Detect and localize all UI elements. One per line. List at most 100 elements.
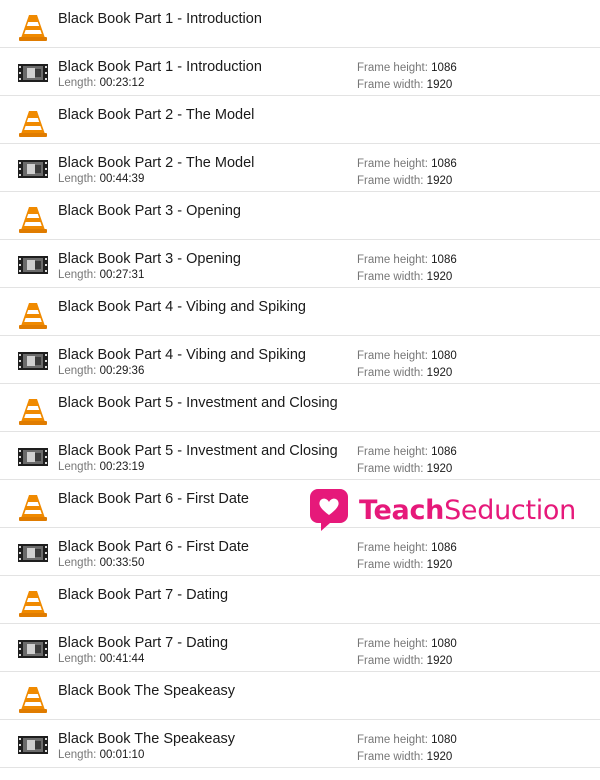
frame-height-detail: Frame height: 1080 xyxy=(357,734,457,746)
length-detail: Length: 00:23:19 xyxy=(58,461,144,473)
frame-height-value: 1086 xyxy=(431,542,457,554)
frame-height-detail: Frame height: 1086 xyxy=(357,158,457,170)
video-item[interactable]: Black Book Part 2 - The Model Length: 00:… xyxy=(0,144,600,192)
frame-height-value: 1086 xyxy=(431,254,457,266)
file-name: Black Book Part 1 - Introduction xyxy=(58,59,262,75)
frame-width-detail: Frame width: 1920 xyxy=(357,559,452,571)
video-thumbnail-icon xyxy=(18,448,48,466)
frame-width-value: 1920 xyxy=(426,175,453,187)
video-item[interactable]: Black Book Part 7 - Dating Length: 00:41:… xyxy=(0,624,600,672)
playlist-item[interactable]: Black Book Part 5 - Investment and Closi… xyxy=(0,384,600,432)
length-value: 00:44:39 xyxy=(99,173,145,185)
frame-width-value: 1920 xyxy=(426,559,453,571)
vlc-cone-icon xyxy=(18,301,48,331)
file-name: Black Book Part 3 - Opening xyxy=(58,203,241,219)
frame-height-label: Frame height: xyxy=(357,542,428,554)
vlc-cone-icon xyxy=(18,397,48,427)
video-thumbnail-icon xyxy=(18,64,48,82)
frame-width-value: 1920 xyxy=(426,463,453,475)
frame-width-value: 1920 xyxy=(426,751,453,763)
vlc-cone-icon xyxy=(18,493,48,523)
frame-height-detail: Frame height: 1086 xyxy=(357,62,457,74)
frame-height-label: Frame height: xyxy=(357,446,428,458)
playlist-item[interactable]: Black Book Part 1 - Introduction xyxy=(0,0,600,48)
length-label: Length: xyxy=(58,653,97,665)
length-value: 00:27:31 xyxy=(99,269,145,281)
length-value: 00:23:12 xyxy=(99,77,145,89)
video-item[interactable]: Black Book Part 5 - Investment and Closi… xyxy=(0,432,600,480)
frame-height-label: Frame height: xyxy=(357,158,428,170)
video-item[interactable]: Black Book Part 6 - First Date Length: 00… xyxy=(0,528,600,576)
playlist-item[interactable]: Black Book The Speakeasy xyxy=(0,672,600,720)
playlist-item[interactable]: Black Book Part 2 - The Model xyxy=(0,96,600,144)
frame-width-label: Frame width: xyxy=(357,367,424,379)
frame-height-detail: Frame height: 1086 xyxy=(357,542,457,554)
file-name: Black Book Part 6 - First Date xyxy=(58,491,249,507)
frame-width-value: 1920 xyxy=(426,271,453,283)
playlist-item[interactable]: Black Book Part 3 - Opening xyxy=(0,192,600,240)
frame-height-value: 1086 xyxy=(431,446,457,458)
length-value: 00:33:50 xyxy=(99,557,145,569)
video-thumbnail-icon xyxy=(18,352,48,370)
frame-width-value: 1920 xyxy=(426,655,453,667)
length-label: Length: xyxy=(58,365,97,377)
frame-width-label: Frame width: xyxy=(357,463,424,475)
length-label: Length: xyxy=(58,461,97,473)
frame-height-value: 1080 xyxy=(431,734,457,746)
frame-height-detail: Frame height: 1080 xyxy=(357,350,457,362)
frame-width-label: Frame width: xyxy=(357,79,424,91)
file-name: Black Book Part 7 - Dating xyxy=(58,587,229,603)
file-name: Black Book Part 4 - Vibing and Spiking xyxy=(58,347,306,363)
frame-width-detail: Frame width: 1920 xyxy=(357,175,452,187)
file-name: Black Book Part 3 - Opening xyxy=(58,251,241,267)
video-thumbnail-icon xyxy=(18,640,48,658)
length-label: Length: xyxy=(58,173,97,185)
frame-width-label: Frame width: xyxy=(357,559,424,571)
frame-height-value: 1080 xyxy=(431,638,457,650)
frame-width-label: Frame width: xyxy=(357,175,424,187)
file-name: Black Book Part 6 - First Date xyxy=(58,539,249,555)
file-list: Black Book Part 1 - Introduction Black B… xyxy=(0,0,600,768)
video-thumbnail-icon xyxy=(18,256,48,274)
vlc-cone-icon xyxy=(18,685,48,715)
video-item[interactable]: Black Book Part 1 - Introduction Length: … xyxy=(0,48,600,96)
length-label: Length: xyxy=(58,269,97,281)
video-item[interactable]: Black Book The Speakeasy Length: 00:01:10… xyxy=(0,720,600,768)
frame-width-value: 1920 xyxy=(426,79,453,91)
playlist-item[interactable]: Black Book Part 7 - Dating xyxy=(0,576,600,624)
file-name: Black Book Part 4 - Vibing and Spiking xyxy=(58,299,306,315)
watermark-text: TeachSeduction xyxy=(359,494,576,526)
vlc-cone-icon xyxy=(18,13,48,43)
frame-width-detail: Frame width: 1920 xyxy=(357,367,452,379)
frame-height-label: Frame height: xyxy=(357,350,428,362)
file-name: Black Book Part 5 - Investment and Closi… xyxy=(58,395,338,411)
frame-width-detail: Frame width: 1920 xyxy=(357,463,452,475)
vlc-cone-icon xyxy=(18,109,48,139)
length-detail: Length: 00:44:39 xyxy=(58,173,144,185)
length-label: Length: xyxy=(58,749,97,761)
playlist-item[interactable]: Black Book Part 4 - Vibing and Spiking xyxy=(0,288,600,336)
file-name: Black Book Part 2 - The Model xyxy=(58,107,255,123)
length-label: Length: xyxy=(58,557,97,569)
file-name: Black Book Part 2 - The Model xyxy=(58,155,255,171)
length-value: 00:23:19 xyxy=(99,461,145,473)
length-value: 00:01:10 xyxy=(99,749,145,761)
frame-width-label: Frame width: xyxy=(357,655,424,667)
frame-height-value: 1080 xyxy=(431,350,457,362)
length-detail: Length: 00:29:36 xyxy=(58,365,144,377)
length-label: Length: xyxy=(58,77,97,89)
file-name: Black Book The Speakeasy xyxy=(58,731,236,747)
length-detail: Length: 00:27:31 xyxy=(58,269,144,281)
video-item[interactable]: Black Book Part 4 - Vibing and Spiking Le… xyxy=(0,336,600,384)
video-thumbnail-icon xyxy=(18,544,48,562)
frame-height-value: 1086 xyxy=(431,62,457,74)
frame-width-detail: Frame width: 1920 xyxy=(357,79,452,91)
length-detail: Length: 00:33:50 xyxy=(58,557,144,569)
length-detail: Length: 00:01:10 xyxy=(58,749,144,761)
video-item[interactable]: Black Book Part 3 - Opening Length: 00:27… xyxy=(0,240,600,288)
file-name: Black Book Part 1 - Introduction xyxy=(58,11,262,27)
frame-height-label: Frame height: xyxy=(357,638,428,650)
watermark-logo: TeachSeduction xyxy=(309,488,576,532)
length-detail: Length: 00:41:44 xyxy=(58,653,144,665)
length-detail: Length: 00:23:12 xyxy=(58,77,144,89)
